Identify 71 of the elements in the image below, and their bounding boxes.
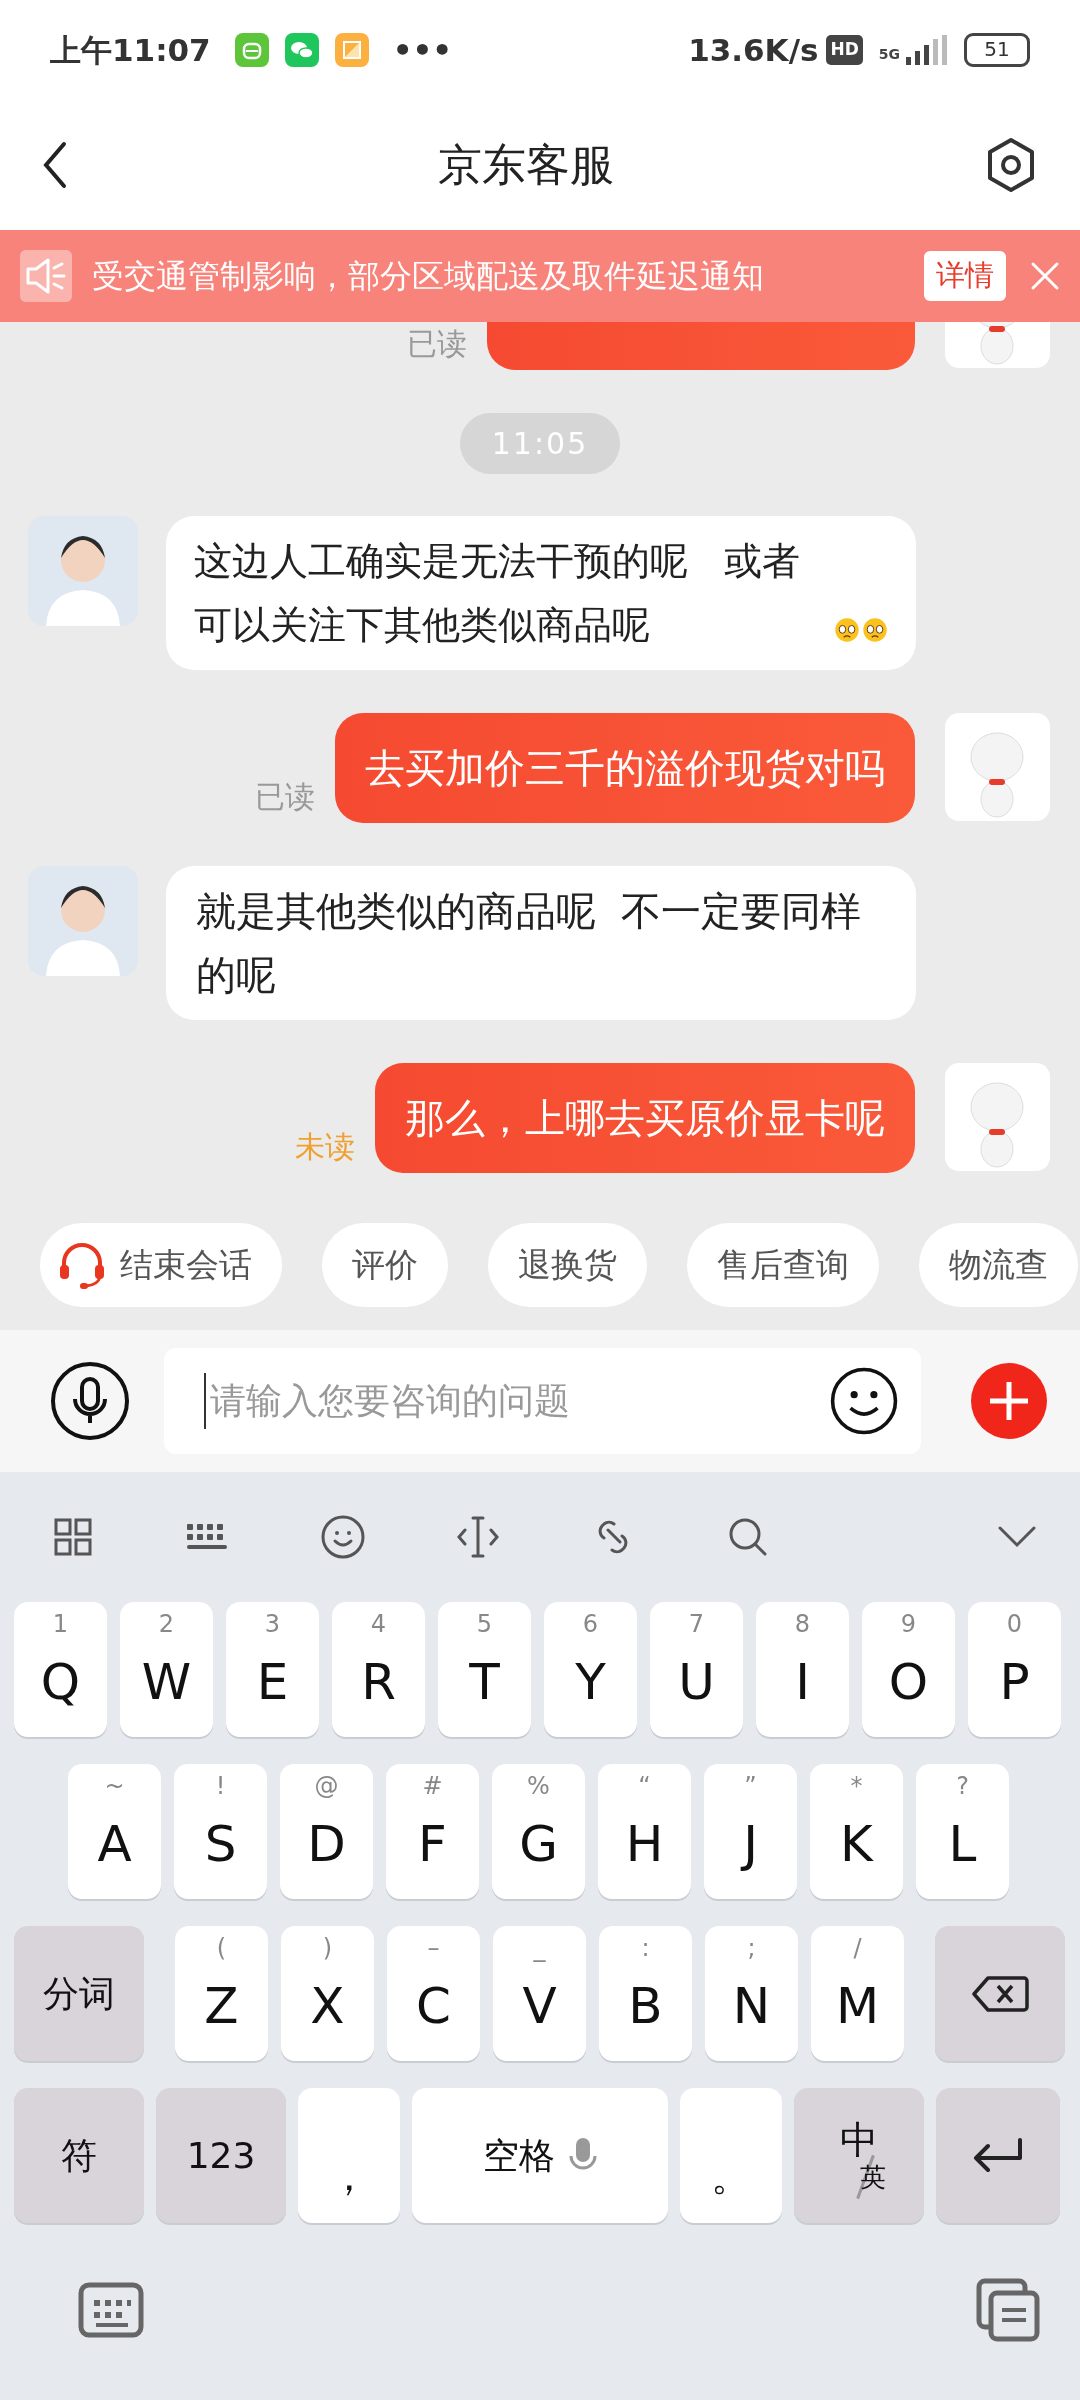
battery-indicator: 51	[964, 33, 1030, 67]
note-icon	[334, 33, 369, 67]
read-status: 未读	[295, 1128, 355, 1166]
chat-icon	[284, 33, 319, 67]
smiley-icon[interactable]	[320, 1514, 366, 1560]
microphone-icon[interactable]	[50, 1361, 130, 1441]
clipboard-icon[interactable]	[976, 2278, 1040, 2342]
space-key[interactable]: 空格	[412, 2088, 668, 2223]
cursor-icon[interactable]	[455, 1514, 501, 1560]
keyboard-key[interactable]: 6 Y	[544, 1602, 637, 1737]
pleading-face-icon	[862, 617, 888, 643]
keyboard-key[interactable]: ! S	[174, 1764, 267, 1899]
keyboard-key[interactable]: 7 U	[650, 1602, 743, 1737]
backspace-icon	[970, 1973, 1030, 2014]
enter-key[interactable]	[936, 2088, 1060, 2223]
keyboard-key[interactable]: : B	[599, 1926, 692, 2061]
keyboard-key[interactable]: ~ A	[68, 1764, 161, 1899]
keyboard-key[interactable]: 符	[14, 2088, 144, 2223]
keyboard-key[interactable]: * K	[810, 1764, 903, 1899]
details-button[interactable]: 详情	[924, 251, 1006, 301]
message-input[interactable]: 请输入您要咨询的问题	[164, 1348, 921, 1454]
pleading-face-icon	[834, 617, 860, 643]
quick-reply-chip[interactable]: 物流查	[919, 1223, 1078, 1307]
speaker-icon	[20, 250, 72, 302]
keyboard-key[interactable]: _ V	[493, 1926, 586, 2061]
quick-reply-chip[interactable]: 退换货	[488, 1223, 647, 1307]
message-bubble: 那么，上哪去买原价显卡呢	[375, 1063, 915, 1173]
message-bubble: 去买加价三千的溢价现货对吗	[335, 713, 915, 823]
signal-icon	[904, 35, 948, 65]
status-time: 上午11:07	[50, 30, 211, 70]
message-text: 这边人工确实是无法干预的呢 或者可以关注下其他类似商品呢	[194, 538, 802, 649]
keyboard-key[interactable]: 5 T	[438, 1602, 531, 1737]
keyboard-key[interactable]: ; N	[705, 1926, 798, 2061]
quick-reply-chip[interactable]: 售后查询	[687, 1223, 879, 1307]
keyboard-key[interactable]: 3 E	[226, 1602, 319, 1737]
keyboard-key[interactable]: 123	[156, 2088, 286, 2223]
keyboard-key[interactable]: ” J	[704, 1764, 797, 1899]
keyboard-key[interactable]: ) X	[281, 1926, 374, 2061]
backspace-key[interactable]	[935, 1926, 1065, 2061]
keyboard-key[interactable]: @ D	[280, 1764, 373, 1899]
keyboard-key[interactable]: ( Z	[175, 1926, 268, 2061]
keyboard-key[interactable]: 0 P	[968, 1602, 1061, 1737]
notice-text: 受交通管制影响，部分区域配送及取件延迟通知	[92, 256, 765, 297]
keyboard-key[interactable]: “ H	[598, 1764, 691, 1899]
hd-badge: HD	[826, 35, 863, 65]
keyboard-key[interactable]: # F	[386, 1764, 479, 1899]
read-status: 已读	[255, 778, 315, 816]
keyboard-key[interactable]: 分词	[14, 1926, 144, 2061]
keyboard-key[interactable]: % G	[492, 1764, 585, 1899]
more-dots: •••	[392, 30, 453, 70]
keyboard-key[interactable]: 9 O	[862, 1602, 955, 1737]
quick-reply-chip[interactable]: 结束会话	[40, 1223, 282, 1307]
network-speed: 13.6K/s	[688, 30, 819, 70]
keyboard-key[interactable]: 。	[680, 2088, 782, 2223]
page-title: 京东客服	[438, 138, 614, 192]
network-type: 5G	[878, 45, 900, 64]
keyboard-key[interactable]: – C	[387, 1926, 480, 2061]
keyboard-key[interactable]: 1 Q	[14, 1602, 107, 1737]
keyboard-key[interactable]: ，	[298, 2088, 400, 2223]
keyboard-key[interactable]: 4 R	[332, 1602, 425, 1737]
keyboard-key[interactable]: / M	[811, 1926, 904, 2061]
keyboard-key[interactable]: ? L	[916, 1764, 1009, 1899]
read-status: 已读	[407, 325, 467, 363]
keyboard-icon[interactable]	[78, 2282, 144, 2338]
keyboard-key[interactable]: 8 I	[756, 1602, 849, 1737]
keyboard-key[interactable]: 2 W	[120, 1602, 213, 1737]
quick-reply-chip[interactable]: 评价	[322, 1223, 448, 1307]
robot-icon	[234, 33, 269, 67]
message-bubble: 就是其他类似的商品呢 不一定要同样的呢	[166, 866, 916, 1020]
plus-icon[interactable]	[970, 1362, 1048, 1440]
language-key[interactable]: 中 英	[794, 2088, 924, 2223]
